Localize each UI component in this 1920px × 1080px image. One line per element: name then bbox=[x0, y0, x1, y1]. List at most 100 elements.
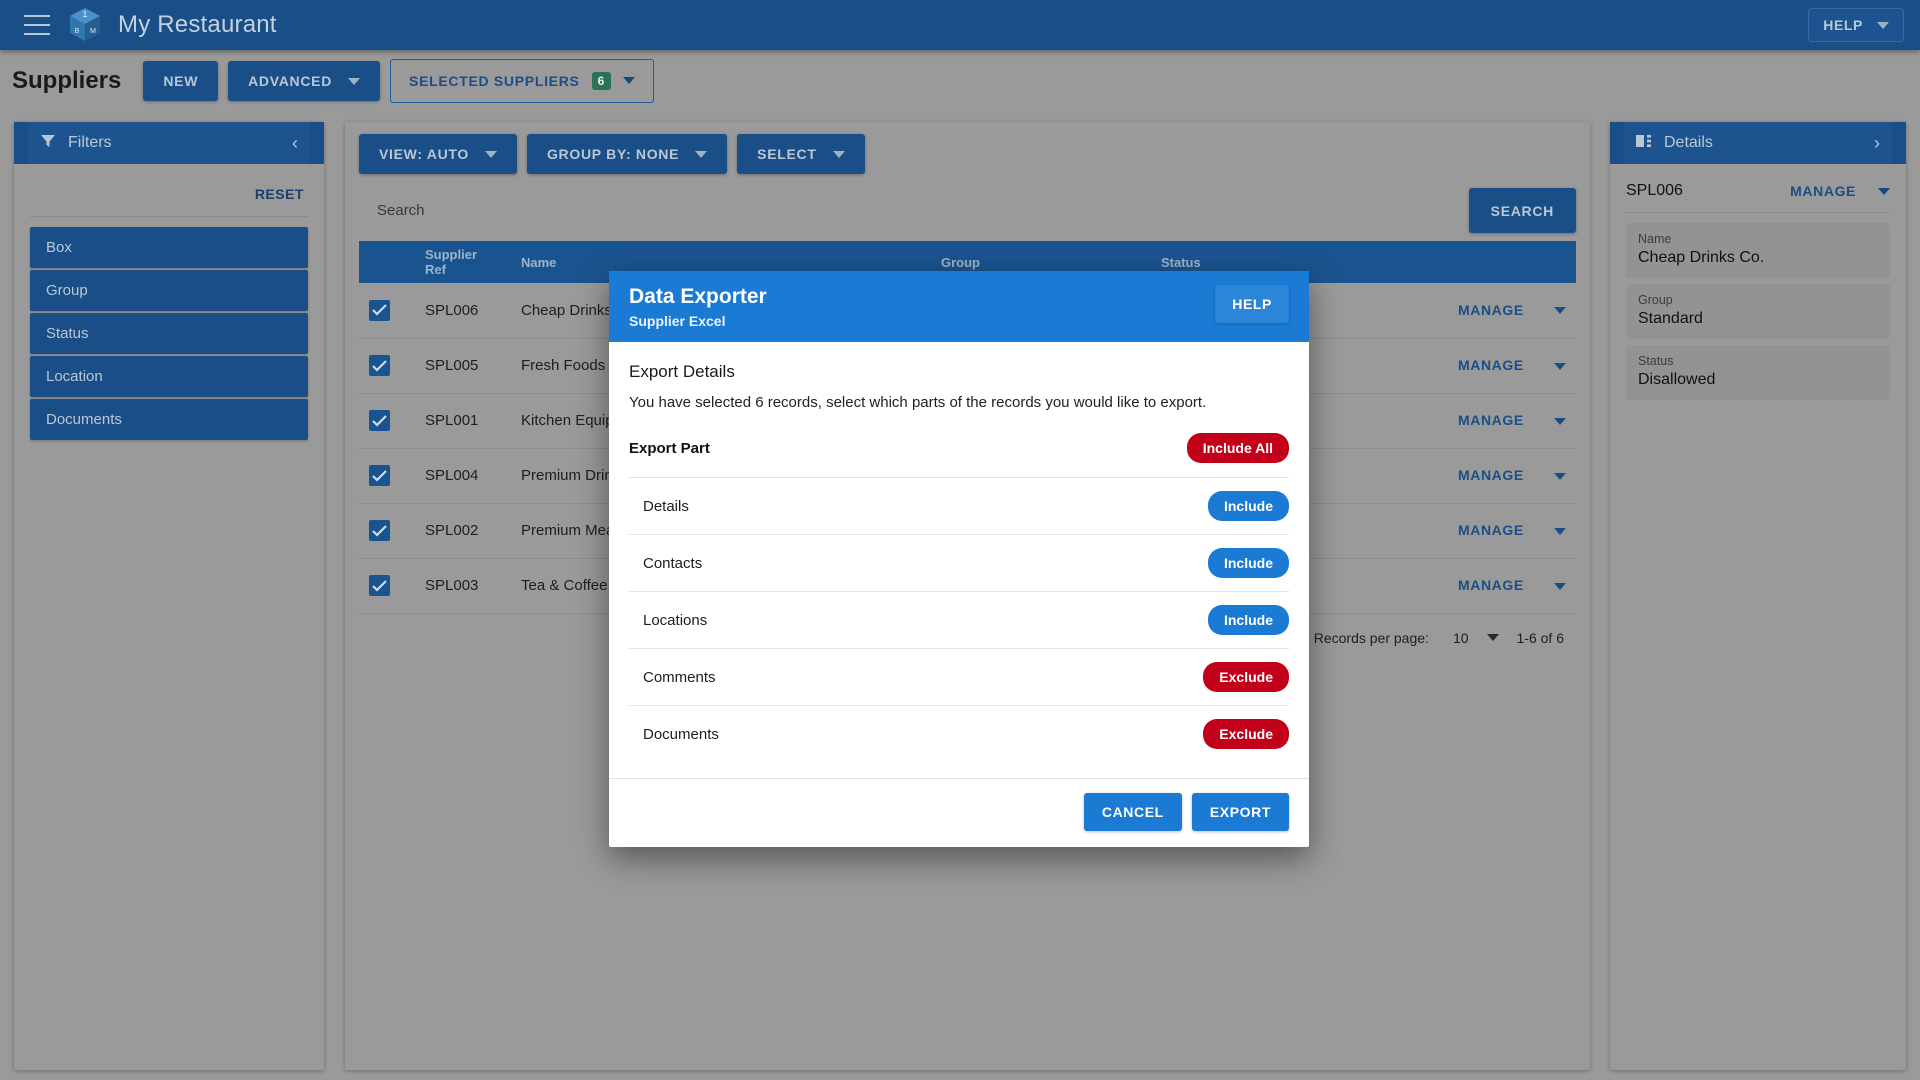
export-part-name: Comments bbox=[643, 668, 716, 686]
details-field-label: Status bbox=[1638, 354, 1674, 368]
export-part-row-details: Details Include bbox=[629, 478, 1289, 536]
pagination-range-label: 1-6 of 6 bbox=[1516, 629, 1564, 646]
export-part-row-locations: Locations Include bbox=[629, 592, 1289, 650]
filter-item-box[interactable]: Box bbox=[30, 227, 308, 268]
chevron-left-icon[interactable]: ‹ bbox=[292, 134, 298, 152]
export-part-name: Details bbox=[643, 497, 689, 515]
new-supplier-label: NEW bbox=[163, 73, 199, 89]
chevron-right-icon[interactable]: › bbox=[1874, 134, 1880, 152]
filter-item-label: Documents bbox=[46, 411, 122, 428]
cell-supplier-ref: SPL005 bbox=[425, 357, 479, 374]
details-field-status: Status Disallowed bbox=[1626, 345, 1890, 400]
search-input[interactable] bbox=[359, 188, 1469, 233]
export-part-row-contacts: Contacts Include bbox=[629, 535, 1289, 593]
row-manage-button[interactable]: MANAGE bbox=[1458, 302, 1524, 318]
export-part-header-row: Export Part Include All bbox=[629, 433, 1289, 479]
cube-logo-icon[interactable]: 1 B M bbox=[68, 7, 102, 43]
help-menu-button[interactable]: HELP bbox=[1808, 8, 1904, 42]
column-header-actions bbox=[1371, 241, 1576, 283]
chevron-down-icon bbox=[348, 77, 361, 85]
row-checkbox-checked-icon[interactable] bbox=[369, 410, 390, 431]
app-title: My Restaurant bbox=[118, 11, 277, 38]
cell-actions: MANAGE bbox=[1371, 503, 1576, 558]
row-checkbox-checked-icon[interactable] bbox=[369, 520, 390, 541]
filter-item-group[interactable]: Group bbox=[30, 270, 308, 311]
help-menu-label: HELP bbox=[1823, 17, 1863, 33]
chevron-down-icon[interactable] bbox=[1554, 582, 1566, 590]
include-all-button[interactable]: Include All bbox=[1186, 433, 1289, 464]
row-checkbox-cell[interactable] bbox=[359, 448, 415, 503]
export-part-name: Documents bbox=[643, 725, 719, 743]
export-part-toggle[interactable]: Include bbox=[1207, 548, 1289, 579]
chevron-down-icon[interactable] bbox=[1486, 634, 1499, 641]
advanced-button[interactable]: ADVANCED bbox=[228, 61, 381, 101]
export-part-row-documents: Documents Exclude bbox=[629, 706, 1289, 762]
include-all-label: Include All bbox=[1202, 440, 1273, 457]
row-manage-button[interactable]: MANAGE bbox=[1458, 467, 1524, 483]
filters-panel-header: Filters ‹ bbox=[14, 122, 324, 164]
row-checkbox-checked-icon[interactable] bbox=[369, 355, 390, 376]
cancel-button[interactable]: CANCEL bbox=[1083, 793, 1182, 832]
row-checkbox-checked-icon[interactable] bbox=[369, 465, 390, 486]
row-manage-button[interactable]: MANAGE bbox=[1458, 522, 1524, 538]
select-button[interactable]: SELECT bbox=[737, 134, 865, 174]
export-part-toggle[interactable]: Exclude bbox=[1203, 662, 1289, 693]
chevron-down-icon[interactable] bbox=[1554, 472, 1566, 480]
row-checkbox-cell[interactable] bbox=[359, 558, 415, 613]
export-parts-list: Details Include Contacts Include Locatio… bbox=[629, 478, 1289, 762]
export-part-state: Include bbox=[1223, 612, 1273, 629]
chevron-down-icon[interactable] bbox=[1554, 362, 1566, 370]
details-field-value: Cheap Drinks Co. bbox=[1638, 249, 1765, 266]
filters-reset-button[interactable]: RESET bbox=[30, 174, 308, 216]
details-field-value: Standard bbox=[1638, 310, 1703, 327]
svg-text:B: B bbox=[75, 28, 80, 35]
export-button[interactable]: EXPORT bbox=[1191, 793, 1289, 832]
row-checkbox-checked-icon[interactable] bbox=[369, 575, 390, 596]
export-part-toggle[interactable]: Include bbox=[1207, 605, 1289, 636]
dialog-header: Data Exporter Supplier Excel HELP bbox=[609, 271, 1309, 343]
row-checkbox-cell[interactable] bbox=[359, 503, 415, 558]
export-part-toggle[interactable]: Exclude bbox=[1203, 719, 1289, 750]
filter-item-documents[interactable]: Documents bbox=[30, 399, 308, 440]
view-mode-button[interactable]: VIEW: AUTO bbox=[359, 134, 517, 174]
chevron-down-icon[interactable] bbox=[1554, 417, 1566, 425]
cell-actions: MANAGE bbox=[1371, 558, 1576, 613]
filter-item-status[interactable]: Status bbox=[30, 313, 308, 354]
selected-suppliers-count-badge: 6 bbox=[591, 71, 611, 91]
row-checkbox-cell[interactable] bbox=[359, 393, 415, 448]
details-record-ref: SPL006 bbox=[1626, 182, 1683, 199]
group-by-button[interactable]: GROUP BY: NONE bbox=[526, 134, 728, 174]
application-root: 1 B M My Restaurant HELP Suppliers NEW A… bbox=[0, 0, 1920, 1080]
row-manage-button[interactable]: MANAGE bbox=[1458, 412, 1524, 428]
chevron-down-icon[interactable] bbox=[1554, 307, 1566, 315]
dialog-header-text: Data Exporter Supplier Excel bbox=[629, 285, 767, 329]
cell-supplier-ref: SPL004 bbox=[425, 467, 479, 484]
filter-item-location[interactable]: Location bbox=[30, 356, 308, 397]
row-manage-button[interactable]: MANAGE bbox=[1458, 357, 1524, 373]
row-checkbox-cell[interactable] bbox=[359, 338, 415, 393]
column-header-supplier-ref[interactable]: Supplier Ref bbox=[415, 241, 511, 283]
export-part-toggle[interactable]: Include bbox=[1207, 491, 1289, 522]
details-manage-button[interactable]: MANAGE bbox=[1790, 183, 1890, 199]
export-details-description: You have selected 6 records, select whic… bbox=[629, 394, 1207, 412]
cell-supplier-ref: SPL003 bbox=[425, 577, 479, 594]
details-divider bbox=[1626, 212, 1890, 213]
column-header-checkbox[interactable] bbox=[359, 241, 415, 283]
search-button[interactable]: SEARCH bbox=[1468, 188, 1576, 233]
view-mode-label: VIEW: AUTO bbox=[379, 146, 469, 162]
row-checkbox-cell[interactable] bbox=[359, 283, 415, 338]
export-part-state: Exclude bbox=[1219, 726, 1273, 743]
row-manage-button[interactable]: MANAGE bbox=[1458, 577, 1524, 593]
chevron-down-icon[interactable] bbox=[1554, 527, 1566, 535]
records-per-page-value[interactable]: 10 bbox=[1453, 630, 1469, 646]
hamburger-menu-icon[interactable] bbox=[24, 15, 50, 35]
selected-suppliers-button[interactable]: SELECTED SUPPLIERS 6 bbox=[390, 58, 654, 104]
cell-actions: MANAGE bbox=[1371, 448, 1576, 503]
details-field-label: Group bbox=[1638, 293, 1673, 307]
filters-panel: Filters ‹ RESET Box Group Status Locatio… bbox=[14, 122, 324, 1070]
dialog-help-button[interactable]: HELP bbox=[1215, 285, 1289, 323]
cell-actions: MANAGE bbox=[1371, 283, 1576, 338]
row-checkbox-checked-icon[interactable] bbox=[369, 299, 390, 321]
chevron-down-icon bbox=[484, 150, 497, 158]
new-supplier-button[interactable]: NEW bbox=[143, 61, 219, 101]
